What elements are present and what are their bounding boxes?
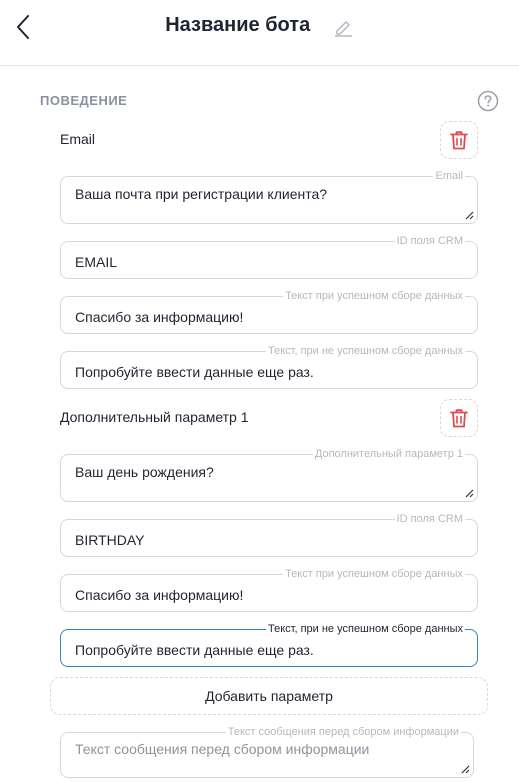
fail-text-input[interactable]: Текст, при не успешном сборе данных Попр… (60, 345, 478, 389)
field-value: Попробуйте ввести данные еще раз. (75, 642, 314, 658)
pencil-icon (334, 20, 352, 37)
field-label: Текст, при не успешном сборе данных (266, 623, 465, 635)
header: Название бота (0, 0, 519, 66)
resize-grip-icon[interactable] (465, 211, 474, 220)
field-label: ID поля CRM (394, 235, 465, 247)
trash-icon (450, 409, 468, 428)
field-placeholder: Текст сообщения перед сбором информации (75, 741, 370, 757)
field-value: Ваш день рождения? (75, 464, 214, 480)
field-label: Текст, при не успешном сборе данных (266, 345, 465, 357)
field-label: Email (433, 170, 465, 182)
resize-grip-icon[interactable] (461, 765, 470, 774)
page-title: Название бота (165, 14, 311, 37)
field-label: Текст при успешном сборе данных (283, 568, 465, 580)
crm-id-input[interactable]: ID поля CRM EMAIL (60, 235, 478, 279)
question-circle-icon (477, 90, 499, 112)
field-label: Дополнительный параметр 1 (312, 448, 465, 460)
param-title: Email (60, 131, 96, 147)
field-label: ID поля CRM (394, 513, 465, 525)
question-textarea[interactable]: Email Ваша почта при регистрации клиента… (60, 170, 478, 224)
delete-param-button[interactable] (440, 399, 478, 437)
success-text-input[interactable]: Текст при успешном сборе данных Спасибо … (60, 568, 478, 612)
field-value: Спасибо за информацию! (75, 587, 244, 603)
field-label: Текст сообщения перед сбором информации (225, 726, 461, 738)
delete-param-button[interactable] (440, 121, 478, 159)
resize-grip-icon[interactable] (465, 489, 474, 498)
field-value: Ваша почта при регистрации клиента? (75, 186, 328, 202)
param-title: Дополнительный параметр 1 (60, 409, 249, 425)
add-parameter-button[interactable]: Добавить параметр (50, 677, 488, 715)
field-value: BIRTHDAY (75, 532, 145, 548)
question-textarea[interactable]: Дополнительный параметр 1 Ваш день рожде… (60, 448, 478, 502)
edit-title-button[interactable] (332, 15, 354, 37)
field-label: Текст при успешном сборе данных (283, 290, 465, 302)
trash-icon (450, 131, 468, 150)
field-value: Спасибо за информацию! (75, 309, 244, 325)
field-value: Попробуйте ввести данные еще раз. (75, 364, 314, 380)
section-title: ПОВЕДЕНИЕ (40, 93, 128, 108)
fail-text-input[interactable]: Текст, при не успешном сборе данных Попр… (60, 623, 478, 667)
crm-id-input[interactable]: ID поля CRM BIRTHDAY (60, 513, 478, 557)
help-button[interactable] (477, 90, 499, 112)
field-value: EMAIL (75, 254, 118, 270)
pre-message-textarea[interactable]: Текст сообщения перед сбором информации … (60, 726, 474, 778)
success-text-input[interactable]: Текст при успешном сборе данных Спасибо … (60, 290, 478, 334)
page-title-row: Название бота (0, 14, 519, 37)
